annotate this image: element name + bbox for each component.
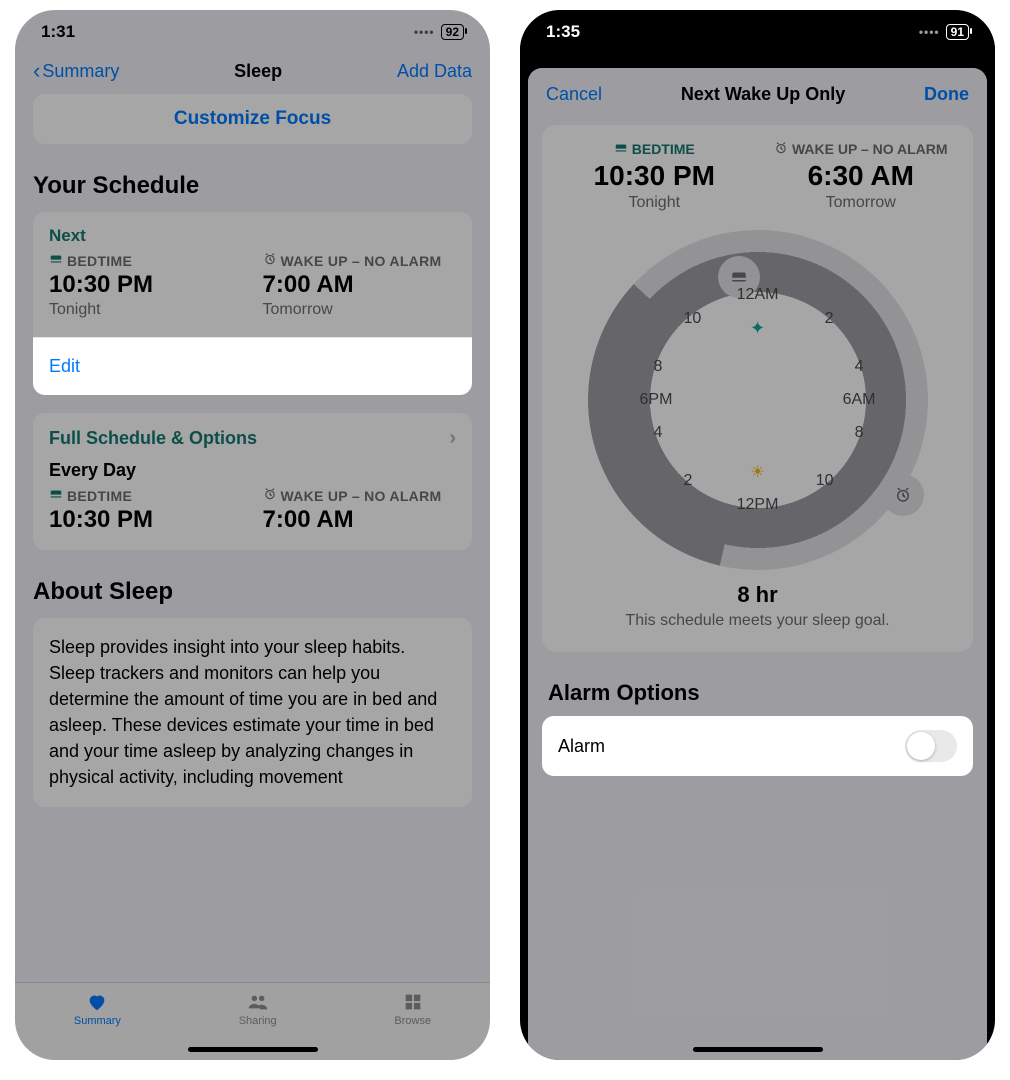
your-schedule-heading: Your Schedule [33,172,472,200]
wakeup-time: 6:30 AM [763,160,960,192]
sleep-wheel[interactable]: 12AM 12PM 6AM 6PM 2 4 8 10 2 4 8 10 ✦ ☀ [588,230,928,570]
alarm-options-heading: Alarm Options [548,680,967,706]
about-sleep-body: Sleep provides insight into your sleep h… [33,618,472,807]
sleep-duration: 8 hr [556,582,959,608]
wakeup-label: WAKE UP – NO ALARM [792,141,948,158]
tab-sharing[interactable]: Sharing [239,991,277,1027]
wakeup-label: WAKE UP – NO ALARM [281,253,442,269]
status-bar: 1:35 •••• 91 [520,10,995,54]
alarm-toggle-row[interactable]: Alarm [542,716,973,776]
home-indicator[interactable] [693,1047,823,1052]
battery-icon: 92 [441,24,464,40]
bedtime-time: 10:30 PM [49,271,243,299]
toggle-knob [907,732,935,760]
back-label: Summary [42,61,119,82]
battery-icon: 91 [946,24,969,40]
status-time: 1:31 [41,22,75,42]
cancel-button[interactable]: Cancel [546,84,602,105]
tab-label: Browse [394,1015,431,1027]
alarm-icon [263,487,277,504]
phone-edit-sleep: 1:35 •••• 91 Cancel Next Wake Up Only Do… [520,10,995,1060]
full-schedule-link[interactable]: Full Schedule & Options › [49,427,456,450]
page-title: Sleep [234,61,282,82]
edit-button[interactable]: Edit [33,337,472,395]
back-summary-button[interactable]: ‹ Summary [33,60,119,82]
clock-hour: 2 [684,472,693,490]
bedtime-summary: BEDTIME 10:30 PM Tonight [556,141,753,212]
bedtime-time: 10:30 PM [49,506,243,534]
sun-icon: ☀ [750,462,764,482]
bedtime-label: BEDTIME [632,141,695,158]
stars-icon: ✦ [750,318,765,339]
heart-icon [84,991,110,1013]
next-schedule-card: Next BEDTIME 10:30 PM Tonight [33,212,472,337]
add-data-button[interactable]: Add Data [397,61,472,82]
alarm-icon [263,252,277,269]
clock-6pm: 6PM [640,391,673,409]
about-sleep-heading: About Sleep [33,578,472,606]
clock-hour: 8 [654,358,663,376]
chevron-left-icon: ‹ [33,60,40,82]
bedtime-label: BEDTIME [67,253,132,269]
alarm-label: Alarm [558,736,605,757]
status-time: 1:35 [546,22,580,42]
bed-icon [49,487,63,504]
tab-browse[interactable]: Browse [394,991,431,1027]
wakeup-label: WAKE UP – NO ALARM [281,488,442,504]
clock-hour: 8 [855,424,864,442]
clock-hour: 4 [855,358,864,376]
sheet-nav: Cancel Next Wake Up Only Done [528,68,987,121]
clock-12pm: 12PM [737,496,779,514]
clock-hour: 10 [684,310,702,328]
clock-12am: 12AM [737,286,779,304]
home-indicator[interactable] [188,1047,318,1052]
clock-6am: 6AM [843,391,876,409]
bed-icon [49,252,63,269]
sleep-goal-note: This schedule meets your sleep goal. [556,612,959,630]
edit-sheet: Cancel Next Wake Up Only Done BEDTIME 10… [528,68,987,1060]
bedtime-day: Tonight [49,301,243,319]
chevron-right-icon: › [449,427,456,450]
bed-icon [730,268,748,286]
status-right: •••• 91 [919,24,969,40]
alarm-icon [894,486,912,504]
wakeup-day: Tomorrow [763,194,960,212]
tab-summary[interactable]: Summary [74,991,121,1027]
grid-icon [400,991,426,1013]
clock-hour: 10 [816,472,834,490]
wakeup-summary: WAKE UP – NO ALARM 6:30 AM Tomorrow [763,141,960,212]
bedtime-day: Tonight [556,194,753,212]
clock-hour: 2 [825,310,834,328]
schedule-days: Every Day [49,460,456,481]
bedtime-label: BEDTIME [67,488,132,504]
wakeup-time: 7:00 AM [263,506,457,534]
people-icon [245,991,271,1013]
status-right: •••• 92 [414,24,464,40]
wakeup-time: 7:00 AM [263,271,457,299]
full-schedule-label: Full Schedule & Options [49,428,257,449]
status-bar: 1:31 •••• 92 [15,10,490,54]
tab-label: Summary [74,1015,121,1027]
more-dots-icon: •••• [414,25,435,39]
clock-hour: 4 [654,424,663,442]
wakeup-col: WAKE UP – NO ALARM 7:00 AM Tomorrow [263,252,457,319]
next-label: Next [49,226,456,246]
phone-sleep-summary: 1:31 •••• 92 ‹ Summary Sleep Add Data Cu… [15,10,490,1060]
sleep-wheel-card: BEDTIME 10:30 PM Tonight WAKE UP – NO AL… [542,125,973,652]
customize-focus-button[interactable]: Customize Focus [33,94,472,144]
alarm-toggle[interactable] [905,730,957,762]
done-button[interactable]: Done [924,84,969,105]
wakeup-handle[interactable] [882,474,924,516]
more-dots-icon: •••• [919,25,940,39]
full-schedule-card[interactable]: Full Schedule & Options › Every Day BEDT… [33,413,472,550]
nav-bar: ‹ Summary Sleep Add Data [15,54,490,94]
sheet-title: Next Wake Up Only [681,84,845,105]
tab-label: Sharing [239,1015,277,1027]
alarm-icon [774,141,788,158]
wakeup-day: Tomorrow [263,301,457,319]
bedtime-time: 10:30 PM [556,160,753,192]
bed-icon [614,141,628,158]
bedtime-col: BEDTIME 10:30 PM Tonight [49,252,243,319]
